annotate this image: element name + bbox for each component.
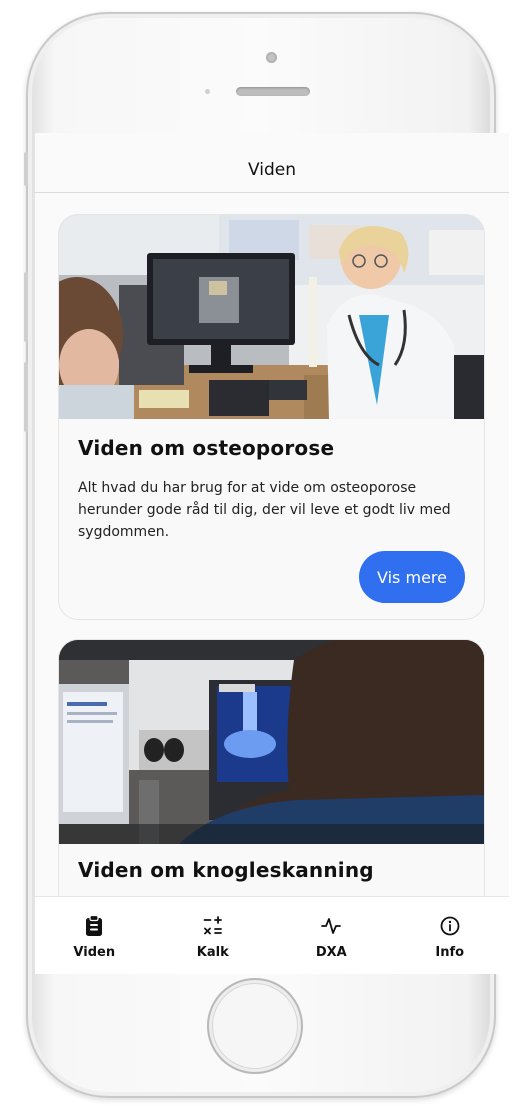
photo-dxa-scan-monitor: [59, 640, 484, 844]
earpiece-speaker: [236, 87, 310, 96]
show-more-button[interactable]: Vis mere: [359, 551, 465, 603]
volume-down-button: [24, 362, 28, 432]
calculator-icon: [202, 915, 224, 937]
mute-switch: [24, 152, 28, 186]
page-title: Viden: [247, 159, 296, 180]
tab-label: Info: [435, 945, 465, 960]
tab-label: DXA: [315, 945, 347, 960]
tab-kalk[interactable]: Kalk: [154, 897, 273, 974]
card-description: Alt hvad du har brug for at vide om oste…: [78, 480, 451, 540]
tab-label: Kalk: [196, 945, 229, 960]
photo-doctor-at-computer: [59, 215, 484, 419]
card-list[interactable]: Viden om osteoporose Alt hvad du har bru…: [35, 193, 509, 896]
card-title: Viden om osteoporose: [78, 436, 335, 460]
volume-up-button: [24, 272, 28, 342]
info-icon: [439, 915, 461, 937]
tab-bar: Viden Kalk DXA Info: [35, 896, 509, 974]
pulse-icon: [320, 915, 342, 937]
card-knogleskanning[interactable]: Viden om knogleskanning: [58, 639, 485, 896]
clipboard-icon: [83, 915, 105, 937]
card-title: Viden om knogleskanning: [78, 858, 374, 882]
home-button[interactable]: [207, 978, 303, 1074]
card-osteoporose[interactable]: Viden om osteoporose Alt hvad du har bru…: [58, 214, 485, 620]
sensor-dot: [205, 89, 210, 94]
tab-info[interactable]: Info: [391, 897, 510, 974]
nav-header: Viden: [35, 133, 509, 193]
front-camera: [266, 52, 277, 63]
tab-label: Viden: [73, 945, 116, 960]
tab-dxa[interactable]: DXA: [272, 897, 391, 974]
app-screen: Viden Viden om osteoporose Alt hvad du h…: [35, 133, 509, 974]
tab-viden[interactable]: Viden: [35, 897, 154, 974]
